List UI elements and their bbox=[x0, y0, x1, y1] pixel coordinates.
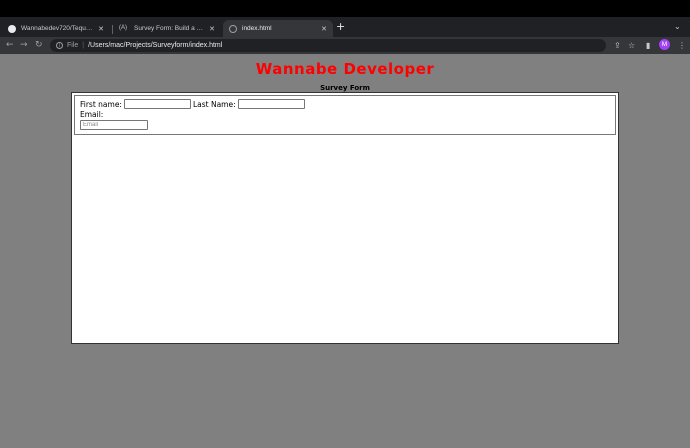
close-icon[interactable]: ✕ bbox=[98, 25, 104, 33]
name-row: First name: Last Name: bbox=[80, 99, 305, 109]
page-title: Wannabe Developer bbox=[255, 60, 435, 78]
side-panel-icon[interactable]: ▮ bbox=[646, 40, 650, 51]
email-label: Email: bbox=[80, 110, 104, 119]
tab-label: Wannabedev720/TequeManiak bbox=[21, 25, 93, 32]
share-icon[interactable]: ⇪ bbox=[614, 40, 621, 51]
tab-label: Survey Form: Build a Survey Fo bbox=[134, 25, 205, 32]
close-icon[interactable]: ✕ bbox=[321, 25, 327, 33]
tab-index-html[interactable]: index.html ✕ bbox=[223, 20, 333, 37]
form-fieldset: First name: Last Name: Email: bbox=[74, 95, 616, 135]
tab-survey-form[interactable]: (A) Survey Form: Build a Survey Fo ✕ bbox=[113, 20, 221, 37]
email-input[interactable] bbox=[80, 120, 148, 130]
forward-arrow-icon[interactable]: → bbox=[20, 39, 28, 52]
reload-icon[interactable]: ↻ bbox=[35, 39, 43, 52]
os-top-bar bbox=[0, 0, 690, 17]
new-tab-button[interactable]: + bbox=[336, 20, 345, 34]
url-scheme: File bbox=[67, 42, 79, 49]
tab-label: index.html bbox=[242, 25, 272, 32]
survey-form-container: First name: Last Name: Email: bbox=[71, 92, 619, 344]
tab-search-chevron-icon[interactable]: ⌄ bbox=[674, 22, 681, 31]
github-icon bbox=[8, 24, 16, 33]
survey-form-heading: Survey Form bbox=[320, 84, 370, 92]
globe-icon bbox=[229, 24, 237, 33]
bookmark-star-icon[interactable]: ☆ bbox=[628, 40, 635, 51]
close-icon[interactable]: ✕ bbox=[209, 25, 215, 33]
back-arrow-icon[interactable]: ← bbox=[6, 39, 14, 52]
freecodecamp-icon: (A) bbox=[119, 24, 127, 31]
last-name-label: Last Name: bbox=[192, 99, 236, 109]
profile-avatar[interactable]: M bbox=[659, 39, 670, 50]
first-name-label: First name: bbox=[80, 99, 122, 109]
info-icon[interactable]: i bbox=[56, 42, 63, 49]
tab-github[interactable]: Wannabedev720/TequeManiak ✕ bbox=[2, 20, 110, 37]
browser-toolbar: ← → ↻ i File | /Users/mac/Projects/Surve… bbox=[0, 37, 690, 54]
url-path: /Users/mac/Projects/Surveyform/index.htm… bbox=[88, 42, 223, 49]
first-name-input[interactable] bbox=[123, 99, 191, 109]
address-bar[interactable]: i File | /Users/mac/Projects/Surveyform/… bbox=[50, 39, 606, 52]
menu-kebab-icon[interactable]: ⋮ bbox=[678, 40, 686, 51]
page-viewport: Wannabe Developer Survey Form First name… bbox=[0, 54, 690, 448]
url-divider: | bbox=[82, 42, 85, 49]
last-name-input[interactable] bbox=[237, 99, 305, 109]
